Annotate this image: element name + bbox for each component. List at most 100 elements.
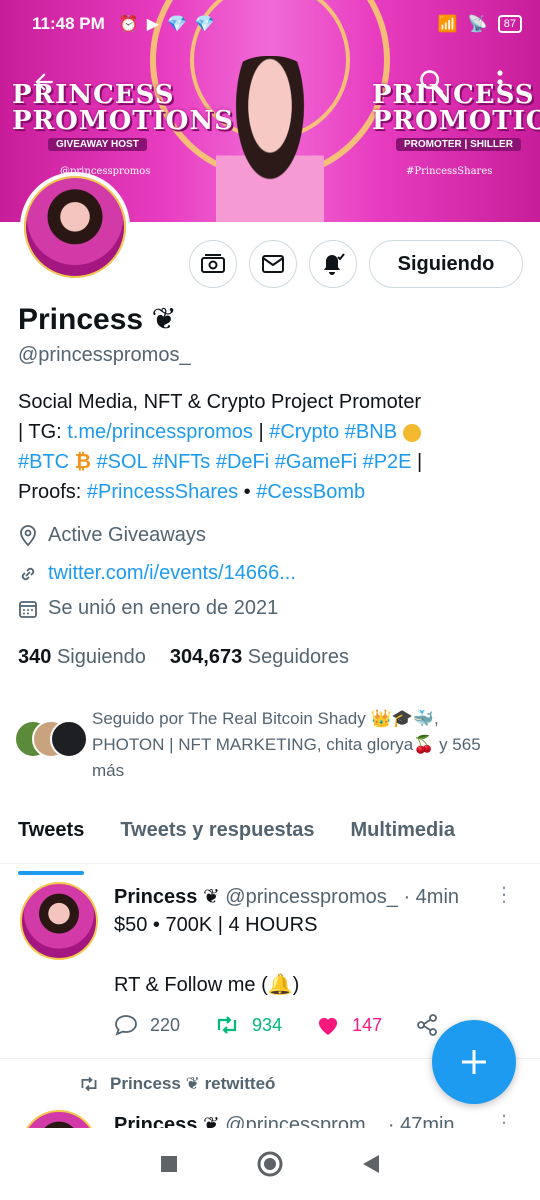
back-icon[interactable]: [361, 1153, 381, 1175]
tweet-avatar[interactable]: [20, 882, 98, 960]
name-emoji: ❦: [202, 886, 220, 908]
like-button[interactable]: 147: [316, 1014, 382, 1036]
recents-icon[interactable]: [159, 1154, 179, 1174]
followed-by[interactable]: Seguido por The Real Bitcoin Shady 👑🎓🐳, …: [14, 706, 524, 784]
tweet-text: $50 • 700K | 4 HOURS RT & Follow me (🔔): [114, 914, 318, 996]
bio-text: •: [238, 481, 257, 503]
bio-line: Proofs: #PrincessShares • #CessBomb: [18, 477, 523, 507]
retweet-label-text: Princess ❦ retwitteó: [110, 1074, 276, 1093]
tab-tweets-replies[interactable]: Tweets y respuestas: [102, 808, 332, 863]
profile-handle: @princesspromos_: [18, 344, 191, 366]
share-icon: [417, 1014, 438, 1036]
reply-button[interactable]: 220: [114, 1014, 180, 1036]
notifications-button[interactable]: [309, 240, 357, 288]
bio-line: #BTC ₿ #SOL #NFTs #DeFi #GameFi #P2E |: [18, 447, 523, 477]
bio-text: |: [252, 421, 270, 443]
location-text: Active Giveaways: [48, 524, 206, 546]
status-bar: 11:48 PM ⏰ ▶ 💎 💎 📶 📡 87: [0, 0, 540, 48]
tweet-more-icon[interactable]: ⋮: [494, 882, 514, 907]
wifi-icon: 📡: [467, 16, 488, 33]
joined-text: Se unió en enero de 2021: [48, 597, 279, 619]
banner-portrait: [216, 56, 324, 222]
back-arrow-icon[interactable]: [24, 62, 64, 102]
profile-name-text: Princess: [18, 303, 144, 336]
bio-text: | TG:: [18, 421, 68, 443]
profile-bio: Social Media, NFT & Crypto Project Promo…: [18, 387, 523, 507]
tweet-time: · 4min: [403, 886, 460, 908]
tab-media[interactable]: Multimedia: [333, 808, 473, 863]
profile-link[interactable]: twitter.com/i/events/14666...: [18, 562, 296, 585]
tweet-handle: @princessprom...: [225, 1114, 383, 1128]
alarm-icon: ⏰: [118, 16, 139, 33]
hashtag-link[interactable]: #CessBomb: [256, 481, 365, 503]
plus-icon: [462, 1050, 486, 1074]
battery-indicator: 87: [497, 15, 522, 33]
reply-count: 220: [150, 1014, 181, 1035]
more-options-icon[interactable]: [480, 62, 520, 102]
profile-name: Princess ❦: [18, 302, 177, 337]
retweet-label: Princess ❦ retwitteó: [78, 1074, 275, 1094]
link-icon: [21, 567, 35, 580]
bitcoin-icon: ₿: [74, 451, 91, 473]
bio-line: | TG: t.me/princesspromos | #Crypto #BNB: [18, 417, 523, 447]
location-pin-icon: [20, 524, 36, 546]
retweet-count: 934: [252, 1014, 283, 1035]
profile-location: Active Giveaways: [18, 524, 206, 547]
tweet-author[interactable]: Princess: [114, 1114, 197, 1128]
system-nav-bar: [0, 1128, 540, 1200]
status-time: 11:48 PM: [32, 14, 105, 33]
hashtag-link[interactable]: #PrincessShares: [87, 481, 238, 503]
bnb-icon: [402, 423, 421, 442]
tweet-header: Princess ❦ @princesspromos_ · 4min: [114, 884, 459, 909]
hashtag-link[interactable]: #SOL #NFTs #DeFi #GameFi #P2E: [97, 451, 412, 473]
tab-tweets[interactable]: Tweets: [0, 808, 102, 875]
youtube-icon: ▶: [146, 16, 159, 33]
diamond-icon: 💎: [194, 16, 215, 33]
profile-tabs: Tweets Tweets y respuestas Multimedia: [0, 808, 540, 875]
signal-icon: 📶: [437, 16, 458, 33]
bio-text: Proofs:: [18, 481, 87, 503]
message-button[interactable]: [249, 240, 297, 288]
name-emoji: ❦: [151, 303, 177, 336]
follow-counts: 340 Siguiendo 304,673 Seguidores: [18, 646, 349, 669]
profile-url[interactable]: twitter.com/i/events/14666...: [48, 562, 296, 585]
profile-avatar[interactable]: [20, 172, 130, 282]
follower-avatars: [14, 720, 88, 762]
tweet-author[interactable]: Princess: [114, 886, 197, 908]
hashtag-link[interactable]: #BTC: [18, 451, 69, 473]
bio-line: Social Media, NFT & Crypto Project Promo…: [18, 391, 422, 413]
compose-tweet-button[interactable]: [432, 1020, 516, 1104]
diamond-icon: 💎: [167, 16, 187, 33]
banner-tag-right: #PrincessShares: [406, 166, 493, 177]
following-count[interactable]: 340 Siguiendo: [18, 646, 146, 669]
retweet-button[interactable]: 934: [214, 1014, 282, 1036]
share-button[interactable]: [416, 1014, 438, 1036]
tweet-avatar[interactable]: [20, 1110, 98, 1128]
envelope-icon: [262, 255, 284, 273]
bio-text: |: [411, 451, 423, 473]
tip-button[interactable]: [189, 240, 237, 288]
money-icon: [201, 254, 225, 273]
heart-icon: [319, 1018, 338, 1035]
name-emoji: ❦: [202, 1114, 220, 1128]
tg-link[interactable]: t.me/princesspromos: [67, 421, 253, 443]
calendar-icon: [19, 600, 37, 618]
search-icon[interactable]: [412, 62, 452, 102]
home-icon[interactable]: [256, 1150, 284, 1178]
bell-check-icon: [324, 253, 345, 275]
profile-joined: Se unió en enero de 2021: [18, 597, 278, 620]
tweet-time: · 47min: [387, 1114, 455, 1128]
followers-count[interactable]: 304,673 Seguidores: [170, 646, 349, 669]
avatar: [50, 720, 88, 758]
banner-subtitle-left: GIVEAWAY HOST: [48, 138, 147, 151]
hashtag-link[interactable]: #Crypto #BNB: [269, 421, 397, 443]
following-button[interactable]: Siguiendo: [369, 240, 523, 288]
retweet-icon: [217, 1016, 237, 1034]
followed-by-text: Seguido por The Real Bitcoin Shady 👑🎓🐳, …: [92, 709, 481, 780]
tweet-header: Princess ❦ @princessprom... · 47min: [114, 1112, 455, 1128]
retweet-icon: [81, 1076, 97, 1092]
reply-icon: [115, 1015, 137, 1036]
tweet-more-icon[interactable]: ⋮: [494, 1110, 514, 1128]
like-count: 147: [352, 1014, 383, 1035]
tweet-handle: @princesspromos_: [225, 886, 398, 908]
